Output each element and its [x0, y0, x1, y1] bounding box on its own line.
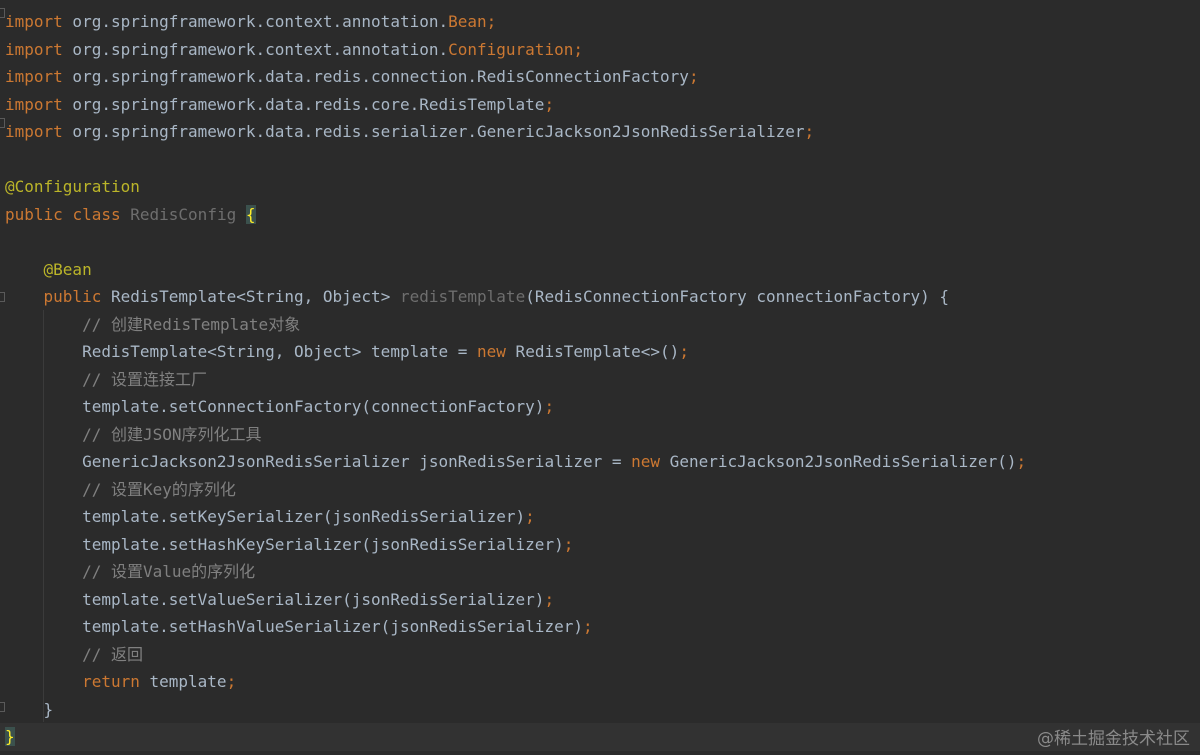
- code-line-set-value-serializer[interactable]: template.setValueSerializer(jsonRedisSer…: [0, 586, 1200, 614]
- code-line-comment[interactable]: // 设置Key的序列化: [0, 476, 1200, 504]
- code-line-import-5[interactable]: import org.springframework.data.redis.se…: [0, 118, 1200, 146]
- code-line-comment[interactable]: // 创建RedisTemplate对象: [0, 311, 1200, 339]
- watermark: @稀土掘金技术社区: [1037, 729, 1190, 749]
- code-line-import-4[interactable]: import org.springframework.data.redis.co…: [0, 91, 1200, 119]
- keyword-import: import: [5, 12, 63, 31]
- code-line-return[interactable]: return template;: [0, 668, 1200, 696]
- code-line-set-hash-key-serializer[interactable]: template.setHashKeySerializer(jsonRedisS…: [0, 531, 1200, 559]
- code-line-set-hash-value-serializer[interactable]: template.setHashValueSerializer(jsonRedi…: [0, 613, 1200, 641]
- code-line-class-close[interactable]: }: [0, 723, 1200, 751]
- keyword-import: import: [5, 40, 63, 59]
- code-line-comment[interactable]: // 设置Value的序列化: [0, 558, 1200, 586]
- code-line-import-2[interactable]: import org.springframework.context.annot…: [0, 36, 1200, 64]
- code-editor[interactable]: import org.springframework.context.annot…: [0, 0, 1200, 755]
- code-line-import-3[interactable]: import org.springframework.data.redis.co…: [0, 63, 1200, 91]
- code-line-comment[interactable]: // 设置连接工厂: [0, 366, 1200, 394]
- code-line-set-connection-factory[interactable]: template.setConnectionFactory(connection…: [0, 393, 1200, 421]
- code-line-class-annotation[interactable]: @Configuration: [0, 173, 1200, 201]
- code-line-template-new[interactable]: RedisTemplate<String, Object> template =…: [0, 338, 1200, 366]
- code-line-method-annotation[interactable]: @Bean: [0, 256, 1200, 284]
- keyword-import: import: [5, 95, 63, 114]
- code-line-json-serializer[interactable]: GenericJackson2JsonRedisSerializer jsonR…: [0, 448, 1200, 476]
- code-line-comment[interactable]: // 返回: [0, 641, 1200, 669]
- code-line-method-close[interactable]: }: [0, 696, 1200, 724]
- matched-brace: }: [5, 727, 15, 746]
- code-line-import-1[interactable]: import org.springframework.context.annot…: [0, 8, 1200, 36]
- matched-brace: {: [245, 205, 256, 224]
- code-line-set-key-serializer[interactable]: template.setKeySerializer(jsonRedisSeria…: [0, 503, 1200, 531]
- code-line-method-declaration[interactable]: public RedisTemplate<String, Object> red…: [0, 283, 1200, 311]
- code-line-class-declaration[interactable]: public class RedisConfig {: [0, 201, 1200, 229]
- keyword-import: import: [5, 122, 63, 141]
- keyword-import: import: [5, 67, 63, 86]
- code-line-comment[interactable]: // 创建JSON序列化工具: [0, 421, 1200, 449]
